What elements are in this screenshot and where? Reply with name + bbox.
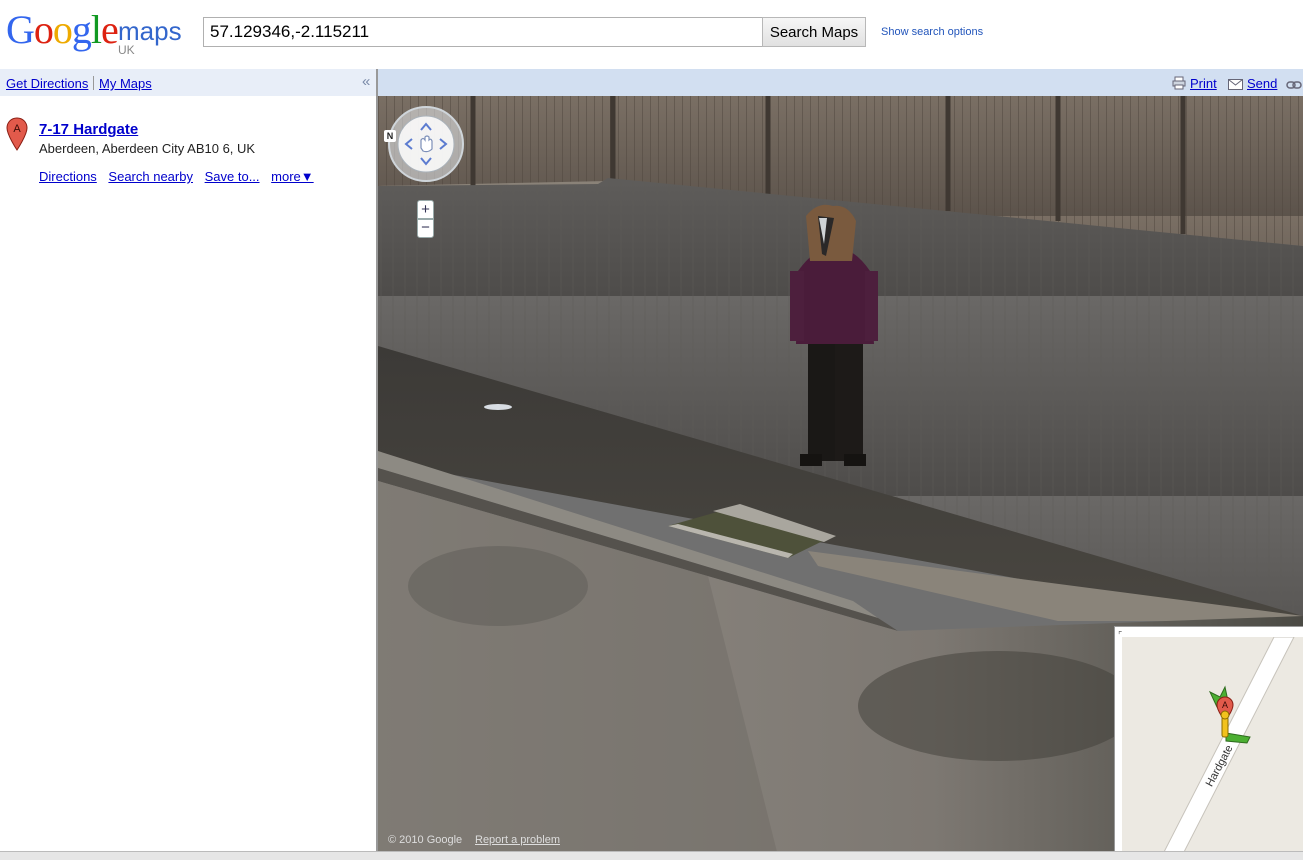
search-maps-button[interactable]: Search Maps [762,17,866,47]
map-toolbar: Print Send [378,69,1303,96]
more-link[interactable]: more▼ [271,169,314,184]
pegman-icon [1220,710,1230,738]
zoom-out-button[interactable]: − [417,219,434,238]
send-link[interactable]: Send [1247,76,1277,91]
result-actions: Directions Search nearby Save to... more… [39,169,322,184]
collapse-panel-icon[interactable]: « [362,73,370,90]
street-view-panorama[interactable]: N + − © 2010 Google Report a problem ⌜ A… [378,96,1303,851]
result-title-link[interactable]: 7-17 Hardgate [39,121,138,138]
search-nearby-link[interactable]: Search nearby [108,169,193,184]
navigation-control-icon[interactable] [388,106,466,189]
print-icon[interactable] [1172,76,1186,93]
show-search-options-link[interactable]: Show search options [881,26,983,38]
mini-map-canvas[interactable]: A Hardgate [1122,637,1303,851]
logo-google-text: Google [6,7,119,52]
copyright-text: © 2010 Google [388,834,463,846]
compass-north-icon: N [384,130,396,142]
google-maps-logo[interactable]: Google maps UK [6,7,182,58]
report-problem-link[interactable]: Report a problem [475,834,560,846]
link-icon[interactable] [1286,78,1302,93]
header: Google maps UK Search Maps Show search o… [0,0,1303,69]
print-link[interactable]: Print [1190,76,1217,91]
directions-link[interactable]: Directions [39,169,97,184]
mail-icon[interactable] [1228,78,1243,93]
logo-region-text: UK [118,43,135,57]
my-maps-link[interactable]: My Maps [99,76,152,91]
save-to-link[interactable]: Save to... [205,169,260,184]
result-address: Aberdeen, Aberdeen City AB10 6, UK [39,141,256,156]
search-input[interactable] [203,17,763,47]
get-directions-link[interactable]: Get Directions [6,76,88,91]
toolbar-separator [93,76,94,90]
mini-map[interactable]: ⌜ A Hardgate [1114,626,1303,851]
map-marker-icon[interactable]: A [6,117,28,151]
zoom-in-button[interactable]: + [417,200,434,219]
marker-letter: A [13,123,21,135]
minimap-marker-letter: A [1222,700,1228,710]
mini-map-drawing: A [1163,637,1295,851]
left-panel-toolbar: Get Directions My Maps « [0,69,377,96]
